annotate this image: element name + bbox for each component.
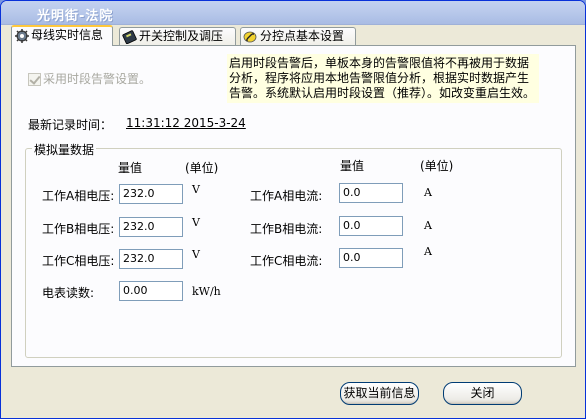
current-c-label: 工作C相电流: [250, 254, 323, 268]
get-current-info-button[interactable]: 获取当前信息 [340, 382, 419, 405]
latest-record-time: 11:31:12 2015-3-24 [126, 116, 246, 130]
current-a-label: 工作A相电流: [250, 189, 323, 203]
analog-data-group: 模拟量数据 量值 (单位) 量值 (单位) 工作A相电压: 232.0 V 工作… [25, 141, 562, 358]
voltage-c-label: 工作C相电压: [42, 254, 115, 268]
tab-basic-settings[interactable]: 分控点基本设置 [240, 27, 356, 45]
switch-icon [122, 29, 138, 44]
gear-icon [14, 28, 30, 43]
voltage-b-field[interactable]: 232.0 [119, 217, 183, 237]
period-alarm-checkbox[interactable]: 采用时段告警设置。 [28, 70, 151, 87]
analog-group-title: 模拟量数据 [32, 141, 97, 158]
current-b-field[interactable]: 0.0 [339, 216, 403, 236]
meter-reading-label: 电表读数: [42, 286, 95, 300]
close-button[interactable]: 关闭 [443, 382, 522, 405]
latest-record-label: 最新记录时间： [28, 118, 113, 132]
current-a-unit: A [424, 186, 432, 199]
current-col-value-header: 量值 [340, 159, 365, 173]
voltage-a-unit: V [192, 183, 200, 196]
current-b-unit: A [424, 219, 432, 232]
voltage-col-value-header: 量值 [118, 161, 143, 175]
current-a-field[interactable]: 0.0 [339, 183, 403, 203]
meter-reading-field[interactable]: 0.00 [119, 281, 183, 301]
tab-strip: 母线实时信息 开关控制及调压 分控点基本设置 [11, 25, 571, 46]
voltage-b-label: 工作B相电压: [42, 222, 115, 236]
current-b-label: 工作B相电流: [250, 222, 323, 236]
config-icon [243, 30, 259, 44]
voltage-a-label: 工作A相电压: [42, 189, 115, 203]
alarm-notice: 启用时段告警后，单板本身的告警限值将不再被用于数据分析，程序将应用本地告警限值分… [227, 54, 539, 103]
voltage-c-unit: V [192, 248, 200, 261]
current-col-unit-header: (单位) [420, 159, 454, 173]
current-c-unit: A [424, 245, 432, 258]
period-alarm-label: 采用时段告警设置。 [43, 72, 152, 86]
main-window: 光明街-法院 母线实时信息 开关控制及调压 分控点基本设置 采用时段告警设置。 … [0, 0, 586, 419]
checkbox-checked-icon[interactable] [28, 73, 41, 86]
latest-record: 最新记录时间： 11:31:12 2015-3-24 [28, 116, 246, 133]
tab-switch-control[interactable]: 开关控制及调压 [119, 27, 236, 45]
tab-busbar-realtime[interactable]: 母线实时信息 [11, 25, 113, 46]
window-title: 光明街-法院 [37, 9, 114, 24]
current-c-field[interactable]: 0.0 [339, 248, 403, 268]
voltage-c-field[interactable]: 232.0 [119, 249, 183, 269]
voltage-col-unit-header: (单位) [185, 161, 219, 175]
voltage-a-field[interactable]: 232.0 [119, 184, 183, 204]
tab-panel-busbar-realtime: 采用时段告警设置。 启用时段告警后，单板本身的告警限值将不再被用于数据分析，程序… [11, 45, 576, 367]
voltage-b-unit: V [192, 216, 200, 229]
title-bar[interactable]: 光明街-法院 [1, 1, 585, 25]
meter-reading-unit: kW/h [192, 285, 221, 298]
